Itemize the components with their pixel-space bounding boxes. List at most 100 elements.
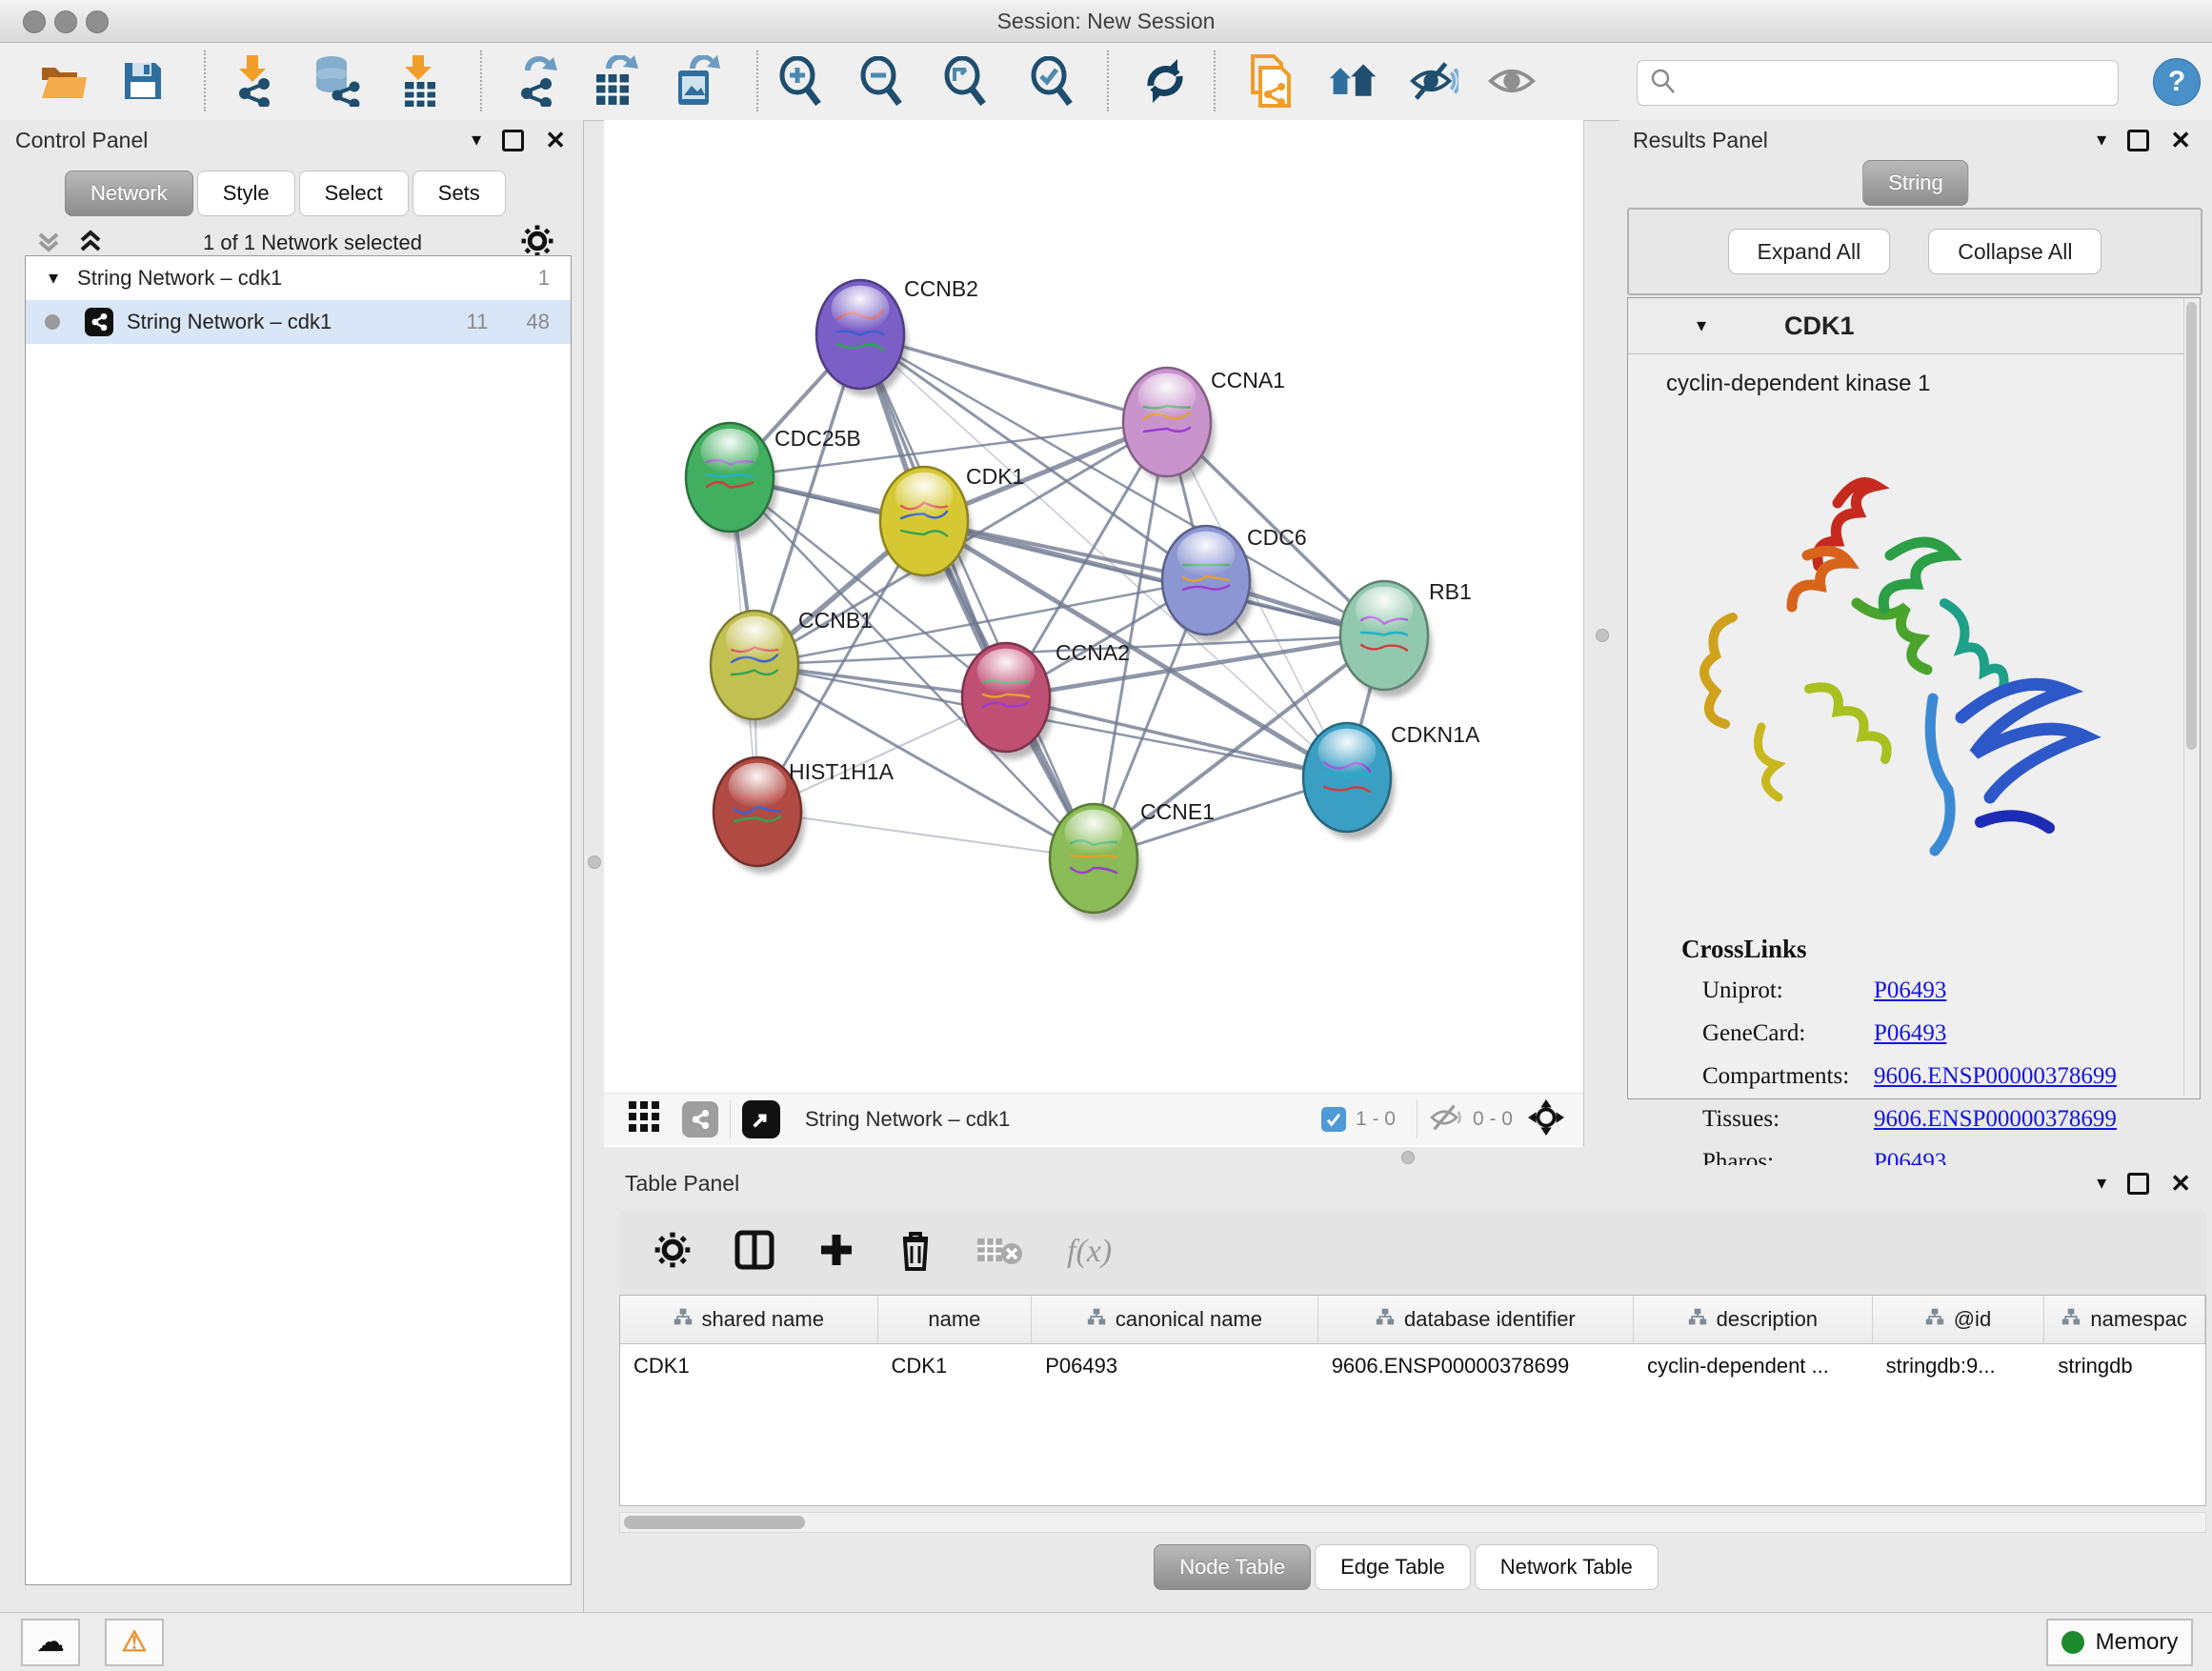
node-label: RB1 (1429, 579, 1472, 604)
save-session-icon[interactable] (118, 56, 168, 106)
table-cell[interactable]: stringdb:9... (1873, 1354, 2045, 1379)
protein-node-CCNA2[interactable]: CCNA2 (962, 640, 1130, 759)
protein-expander-icon[interactable]: ▾ (1697, 316, 1706, 335)
splitter-handle[interactable] (1401, 1151, 1415, 1164)
grid-view-icon[interactable] (629, 1101, 661, 1138)
export-network-icon[interactable] (513, 56, 563, 106)
help-button[interactable]: ? (2153, 58, 2201, 106)
protein-node-HIST1H1A[interactable]: HIST1H1A (714, 757, 895, 874)
memory-button[interactable]: Memory (2046, 1619, 2193, 1666)
column-header-@id[interactable]: @id (1873, 1296, 2045, 1343)
tab-sets[interactable]: Sets (412, 171, 506, 216)
splitter-handle[interactable] (588, 856, 601, 869)
cloud-status-button[interactable]: ☁ (21, 1619, 80, 1666)
show-columns-icon[interactable] (734, 1229, 775, 1276)
node-table[interactable]: shared namenamecanonical namedatabase id… (619, 1295, 2206, 1506)
panel-close-icon[interactable]: ✕ (545, 128, 566, 152)
network-edge[interactable] (860, 334, 1094, 858)
collection-expander-icon[interactable]: ▾ (49, 269, 58, 288)
protein-node-CDC6[interactable]: CDC6 (1162, 525, 1307, 642)
zoom-selected-icon[interactable] (1027, 56, 1076, 106)
zoom-out-icon[interactable] (856, 56, 906, 106)
column-header-canonical-name[interactable]: canonical name (1032, 1296, 1317, 1343)
protein-node-CCNB1[interactable]: CCNB1 (711, 608, 873, 727)
expand-all-button[interactable]: Expand All (1728, 229, 1891, 274)
network-collection-row[interactable]: ▾ String Network – cdk1 1 (26, 256, 571, 300)
column-header-description[interactable]: description (1634, 1296, 1873, 1343)
show-glass-eye-icon[interactable] (1487, 56, 1537, 106)
search-field[interactable] (1637, 60, 2119, 106)
scrollbar-thumb[interactable] (2186, 302, 2197, 750)
panel-close-icon[interactable]: ✕ (2170, 1171, 2191, 1196)
table-cell[interactable]: stringdb (2044, 1354, 2205, 1379)
column-header-database-identifier[interactable]: database identifier (1318, 1296, 1634, 1343)
scrollbar-thumb[interactable] (624, 1516, 805, 1529)
protein-node-CCNA1[interactable]: CCNA1 (1123, 368, 1285, 484)
column-header-name[interactable]: name (878, 1296, 1033, 1343)
network-row-selected[interactable]: String Network – cdk1 11 48 (26, 300, 571, 344)
network-edge[interactable] (924, 521, 1384, 635)
create-column-icon[interactable] (817, 1231, 855, 1274)
protein-node-CDKN1A[interactable]: CDKN1A (1303, 722, 1480, 839)
table-options-gear-icon[interactable] (654, 1231, 692, 1274)
export-table-icon[interactable] (590, 56, 639, 106)
string-network-graph[interactable]: CCNB2CCNA1CDC25BCDK1CDC6RB1CCNB1CCNA2CDK… (604, 120, 1583, 1147)
hide-glass-eye-icon[interactable] (1409, 56, 1458, 106)
protein-header-row[interactable]: ▾ CDK1 (1628, 298, 2200, 354)
tab-network-table[interactable]: Network Table (1475, 1544, 1659, 1590)
panel-collapse-icon[interactable]: ▾ (472, 131, 481, 150)
table-cell[interactable]: 9606.ENSP00000378699 (1318, 1354, 1634, 1379)
import-network-database-icon[interactable] (311, 56, 360, 106)
panel-collapse-icon[interactable]: ▾ (2097, 131, 2106, 150)
import-table-file-icon[interactable] (394, 56, 444, 106)
panel-float-icon[interactable] (502, 130, 524, 151)
protein-node-RB1[interactable]: RB1 (1340, 579, 1472, 697)
tab-string[interactable]: String (1862, 160, 1968, 206)
table-cell[interactable]: CDK1 (878, 1354, 1033, 1379)
table-cell[interactable]: P06493 (1032, 1354, 1317, 1379)
collapse-all-button[interactable]: Collapse All (1928, 229, 2101, 274)
search-input[interactable] (1678, 63, 2118, 103)
network-share-view-icon[interactable] (682, 1101, 718, 1137)
crosslink-link[interactable]: 9606.ENSP00000378699 (1874, 1106, 2117, 1133)
crosslink-link[interactable]: P06493 (1874, 977, 1946, 1004)
crosslink-link[interactable]: 9606.ENSP00000378699 (1874, 1063, 2117, 1090)
string-protein-query-icon[interactable] (1246, 56, 1296, 106)
panel-float-icon[interactable] (2127, 130, 2149, 151)
crosslink-link[interactable]: P06493 (1874, 1020, 1946, 1047)
warnings-button[interactable]: ⚠ (105, 1619, 164, 1666)
panel-float-icon[interactable] (2127, 1173, 2149, 1195)
protein-node-CCNE1[interactable]: CCNE1 (1050, 799, 1215, 920)
refresh-layout-icon[interactable] (1140, 56, 1190, 106)
column-header-namespac[interactable]: namespac (2044, 1296, 2205, 1343)
tab-select[interactable]: Select (299, 171, 409, 216)
results-scrollbar[interactable] (2183, 298, 2200, 1097)
table-horizontal-scrollbar[interactable] (619, 1512, 2206, 1533)
export-image-icon[interactable] (672, 56, 721, 106)
open-session-icon[interactable] (38, 56, 88, 106)
string-home-icon[interactable] (1328, 56, 1377, 106)
tab-network[interactable]: Network (65, 171, 193, 216)
import-network-file-icon[interactable] (227, 56, 276, 106)
zoom-in-icon[interactable] (775, 56, 825, 106)
delete-column-icon[interactable] (897, 1229, 934, 1276)
zoom-fit-icon[interactable] (940, 56, 990, 106)
tab-node-table[interactable]: Node Table (1154, 1544, 1311, 1590)
panel-close-icon[interactable]: ✕ (2170, 128, 2191, 152)
table-cell[interactable]: cyclin-dependent ... (1634, 1354, 1873, 1379)
network-edge[interactable] (1006, 697, 1347, 777)
splitter-handle[interactable] (1596, 629, 1609, 642)
detach-view-icon[interactable] (742, 1100, 780, 1138)
column-header-shared-name[interactable]: shared name (620, 1296, 878, 1343)
tab-edge-table[interactable]: Edge Table (1315, 1544, 1471, 1590)
protein-node-CDK1[interactable]: CDK1 (880, 464, 1024, 583)
panel-collapse-icon[interactable]: ▾ (2097, 1174, 2106, 1193)
tab-style[interactable]: Style (197, 171, 295, 216)
network-view-canvas[interactable]: CCNB2CCNA1CDC25BCDK1CDC6RB1CCNB1CCNA2CDK… (604, 120, 1584, 1147)
selected-nodes-checkbox-icon[interactable] (1321, 1107, 1346, 1132)
protein-node-CCNB2[interactable]: CCNB2 (816, 276, 978, 396)
birds-eye-crosshair-icon[interactable] (1528, 1099, 1564, 1140)
network-edge[interactable] (757, 812, 1094, 858)
table-row[interactable]: CDK1CDK1P064939606.ENSP00000378699cyclin… (620, 1344, 2205, 1388)
table-cell[interactable]: CDK1 (620, 1354, 878, 1379)
